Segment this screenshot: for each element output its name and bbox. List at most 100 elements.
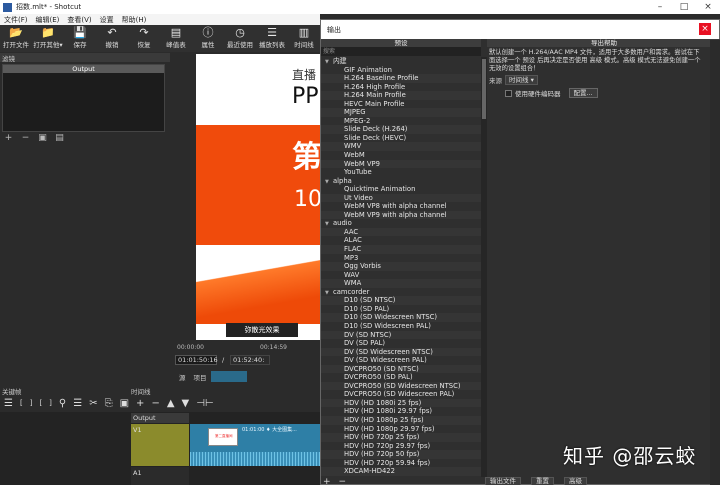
preset-list-scrollbar[interactable] bbox=[481, 57, 487, 477]
preset-item[interactable]: HDV (HD 720p 50 fps) bbox=[321, 450, 481, 459]
menu-view[interactable]: 查看(V) bbox=[63, 15, 95, 25]
minimize-icon[interactable]: – bbox=[652, 0, 668, 14]
preset-search-input[interactable]: 搜索 bbox=[321, 47, 481, 56]
filters-list[interactable]: Output bbox=[2, 64, 165, 132]
timeline-menu2-icon[interactable]: ☰ bbox=[73, 398, 82, 409]
remove-icon[interactable]: − bbox=[151, 398, 159, 409]
menu-help[interactable]: 帮助(H) bbox=[118, 15, 151, 25]
preset-item[interactable]: Quicktime Animation bbox=[321, 185, 481, 194]
keyframe-set-icon[interactable]: [ bbox=[39, 399, 42, 407]
position-timecode[interactable]: 01:01:50:16 bbox=[175, 355, 218, 365]
tab-source[interactable]: 源 bbox=[175, 371, 190, 383]
copy-icon[interactable]: ⎘ bbox=[105, 398, 113, 409]
remove-filter-icon[interactable]: − bbox=[20, 134, 31, 143]
preset-item[interactable]: D10 (SD PAL) bbox=[321, 305, 481, 314]
export-file-button[interactable]: 输出文件 bbox=[485, 477, 521, 485]
toolbar-button-save[interactable]: 💾 保存 bbox=[64, 25, 96, 52]
toolbar-button-folder-open[interactable]: 📂 打开文件 bbox=[0, 25, 32, 52]
preset-item[interactable]: Ogg Vorbis bbox=[321, 262, 481, 271]
expand-caret-icon[interactable]: ▼ bbox=[325, 58, 333, 67]
preset-item[interactable]: HEVC Main Profile bbox=[321, 100, 481, 109]
keyframe-prev-icon[interactable]: [ bbox=[20, 399, 23, 407]
preset-item[interactable]: HDV (HD 1080i 29.97 fps) bbox=[321, 407, 481, 416]
preset-item[interactable]: HDV (HD 720p 25 fps) bbox=[321, 433, 481, 442]
preset-item[interactable]: H.264 Baseline Profile bbox=[321, 74, 481, 83]
toolbar-button-timeline[interactable]: ▥ 时间线 bbox=[288, 25, 320, 52]
preset-item[interactable]: HDV (HD 1080i 25 fps) bbox=[321, 398, 481, 408]
preset-item[interactable]: D10 (SD Widescreen NTSC) bbox=[321, 313, 481, 322]
preset-item[interactable]: Ut Video bbox=[321, 193, 481, 203]
preset-item[interactable]: FLAC bbox=[321, 245, 481, 254]
preset-group[interactable]: ▼ 内建 bbox=[321, 57, 481, 66]
overwrite-icon[interactable]: ▼ bbox=[182, 398, 190, 409]
preset-item[interactable]: GIF Animation bbox=[321, 66, 481, 75]
preset-item[interactable]: HDV (HD 1080p 25 fps) bbox=[321, 415, 481, 425]
configure-button[interactable]: 配置... bbox=[568, 88, 598, 98]
preset-item[interactable]: Slide Deck (H.264) bbox=[321, 125, 481, 134]
add-preset-icon[interactable]: + bbox=[323, 477, 331, 485]
preset-group[interactable]: ▼ alpha bbox=[321, 177, 481, 186]
keyframe-clear-icon[interactable]: ] bbox=[49, 399, 52, 407]
preset-item[interactable]: MJPEG bbox=[321, 108, 481, 117]
close-icon[interactable]: × bbox=[700, 0, 716, 14]
preset-item[interactable]: MP3 bbox=[321, 254, 481, 263]
expand-caret-icon[interactable]: ▼ bbox=[325, 220, 333, 229]
toolbar-button-recent[interactable]: ◷ 最近使用 bbox=[224, 25, 256, 52]
remove-preset-icon[interactable]: − bbox=[339, 477, 347, 485]
preset-item[interactable]: HDV (HD 720p 59.94 fps) bbox=[321, 459, 481, 468]
preset-item[interactable]: DVCPRO50 (SD Widescreen NTSC) bbox=[321, 381, 481, 391]
preset-group[interactable]: ▼ audio bbox=[321, 219, 481, 228]
preset-item[interactable]: MPEG-2 bbox=[321, 117, 481, 126]
preset-item[interactable]: H.264 High Profile bbox=[321, 83, 481, 92]
preset-group[interactable]: ▼ camcorder bbox=[321, 288, 481, 297]
tab-project[interactable]: 项目 bbox=[190, 371, 211, 383]
export-dialog-close-icon[interactable]: × bbox=[699, 23, 711, 35]
preset-item[interactable]: H.264 Main Profile bbox=[321, 91, 481, 100]
keyframe-next-icon[interactable]: ] bbox=[30, 399, 33, 407]
preset-item[interactable]: WMA bbox=[321, 279, 481, 288]
expand-caret-icon[interactable]: ▼ bbox=[325, 289, 333, 298]
toolbar-button-playlist[interactable]: ☰ 播放列表 bbox=[256, 25, 288, 52]
paste-icon[interactable]: ▣ bbox=[120, 398, 129, 409]
paste-filter-icon[interactable]: ▤ bbox=[54, 134, 65, 143]
preset-item[interactable]: AAC bbox=[321, 227, 481, 237]
scrollbar-thumb[interactable] bbox=[482, 59, 486, 119]
toolbar-button-redo[interactable]: ↷ 恢复 bbox=[128, 25, 160, 52]
timeline-menu-icon[interactable]: ☰ bbox=[4, 398, 13, 409]
preset-item[interactable]: YouTube bbox=[321, 168, 481, 177]
preset-item[interactable]: D10 (SD NTSC) bbox=[321, 296, 481, 305]
maximize-icon[interactable]: □ bbox=[676, 0, 692, 14]
preset-item[interactable]: WebM VP8 with alpha channel bbox=[321, 202, 481, 211]
copy-filter-icon[interactable]: ▣ bbox=[37, 134, 48, 143]
toolbar-button-folder-other[interactable]: 📁 打开其他▾ bbox=[32, 25, 64, 52]
preset-item[interactable]: DV (SD PAL) bbox=[321, 339, 481, 348]
preset-item[interactable]: WMV bbox=[321, 142, 481, 152]
preview-ruler[interactable]: 00:00:00 00:14:59 bbox=[175, 342, 320, 352]
preset-item[interactable]: XDCAM-HD422 bbox=[321, 467, 481, 476]
from-select[interactable]: 时间线 ▾ bbox=[505, 75, 538, 85]
toolbar-button-properties[interactable]: ⓘ 属性 bbox=[192, 25, 224, 52]
a1-track-head[interactable]: A1 bbox=[131, 467, 189, 485]
add-filter-icon[interactable]: + bbox=[3, 134, 14, 143]
expand-caret-icon[interactable]: ▼ bbox=[325, 178, 333, 187]
preset-item[interactable]: DVCPRO50 (SD Widescreen PAL) bbox=[321, 390, 481, 399]
preset-item[interactable]: WAV bbox=[321, 271, 481, 280]
preset-item[interactable]: HDV (HD 720p 29.97 fps) bbox=[321, 442, 481, 451]
toolbar-button-undo[interactable]: ↶ 撤销 bbox=[96, 25, 128, 52]
tab-selected-indicator[interactable] bbox=[210, 371, 247, 382]
menu-file[interactable]: 文件(F) bbox=[0, 15, 32, 25]
reset-button[interactable]: 重置 bbox=[531, 477, 554, 485]
advanced-button[interactable]: 高级 bbox=[564, 477, 587, 485]
preset-item[interactable]: WebM VP9 bbox=[321, 159, 481, 169]
timeline-clip[interactable]: 第二直播间 01:01:00 ♦ 大全图集... bbox=[190, 424, 320, 466]
zoom-icon[interactable]: ⚲ bbox=[59, 398, 66, 409]
preset-item[interactable]: WebM VP9 with alpha channel bbox=[321, 210, 481, 220]
lift-icon[interactable]: ▲ bbox=[167, 398, 175, 409]
menu-edit[interactable]: 编辑(E) bbox=[32, 15, 64, 25]
preset-item[interactable]: DV (SD Widescreen PAL) bbox=[321, 356, 481, 365]
preset-item[interactable]: WebM bbox=[321, 151, 481, 160]
toolbar-button-peak-meter[interactable]: ▤ 峰值表 bbox=[160, 25, 192, 52]
preset-item[interactable]: HDV (HD 1080p 29.97 fps) bbox=[321, 425, 481, 434]
preset-item[interactable]: D10 (SD Widescreen PAL) bbox=[321, 322, 481, 331]
preset-item[interactable]: DVCPRO50 (SD NTSC) bbox=[321, 364, 481, 374]
